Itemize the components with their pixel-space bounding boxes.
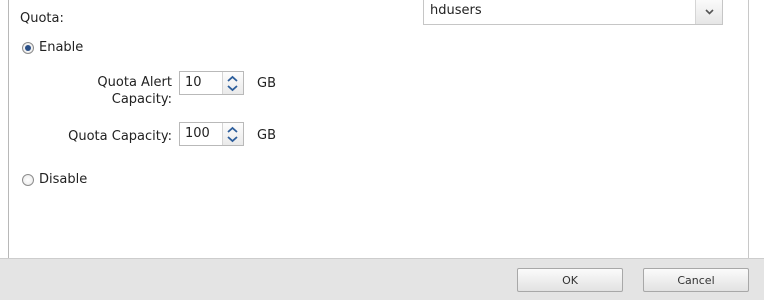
quota-settings-panel: Quota: hdusers Enable Quota Alert Capaci… [0, 0, 764, 300]
quota-label: Quota: [20, 11, 64, 26]
quota-capacity-label: Quota Capacity: [68, 129, 172, 144]
dialog-footer: OK Cancel [0, 258, 764, 300]
enable-radio-label[interactable]: Enable [39, 40, 83, 55]
spinner-arrows-icon[interactable] [222, 72, 243, 94]
ok-button[interactable]: OK [517, 268, 623, 292]
quota-alert-capacity-value[interactable]: 10 [180, 72, 222, 94]
group-select-value: hdusers [430, 3, 482, 18]
panel-right-border [748, 0, 749, 258]
spinner-arrows-icon[interactable] [222, 123, 243, 145]
quota-capacity-stepper[interactable]: 100 [179, 122, 244, 146]
disable-radio-label[interactable]: Disable [39, 172, 87, 187]
quota-alert-capacity-stepper[interactable]: 10 [179, 71, 244, 95]
cancel-button[interactable]: Cancel [643, 268, 749, 292]
group-select[interactable]: hdusers [423, 0, 723, 25]
quota-capacity-unit: GB [257, 128, 276, 143]
chevron-down-icon[interactable] [695, 0, 722, 24]
disable-radio[interactable] [22, 174, 34, 186]
enable-radio[interactable] [22, 42, 34, 54]
panel-left-border [8, 0, 9, 258]
quota-capacity-value[interactable]: 100 [180, 123, 222, 145]
quota-alert-capacity-label: Quota Alert Capacity: [97, 75, 172, 107]
quota-alert-capacity-unit: GB [257, 76, 276, 91]
